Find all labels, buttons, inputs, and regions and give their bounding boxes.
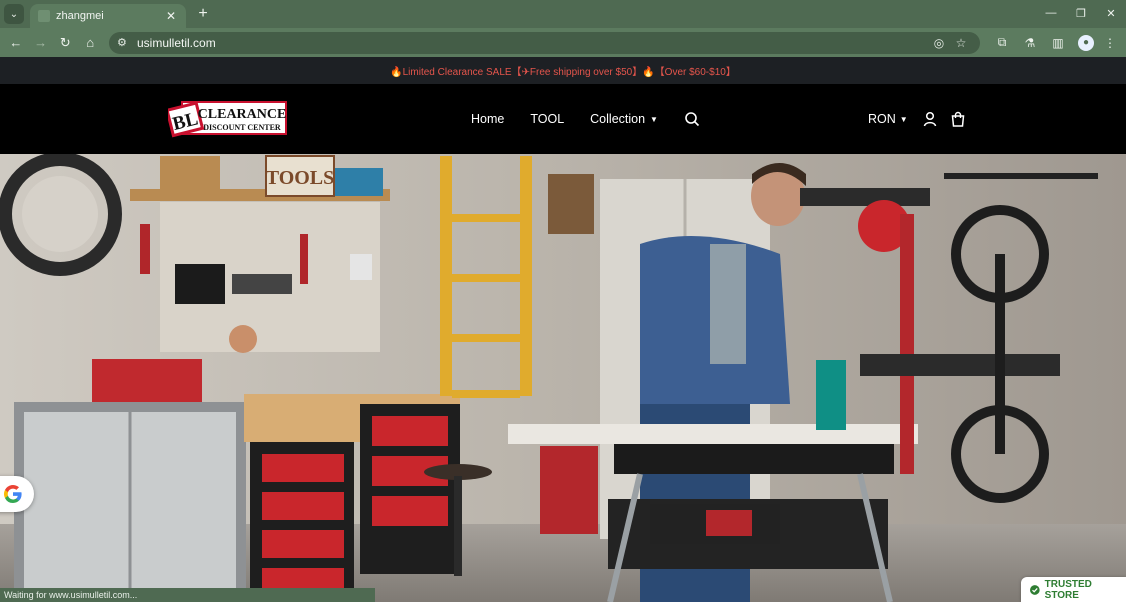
shield-check-icon bbox=[1030, 584, 1040, 595]
labs-flask-icon[interactable]: ⚗ bbox=[1018, 31, 1042, 55]
nav-tool-link[interactable]: TOOL bbox=[530, 112, 564, 126]
tab-close-icon[interactable]: ✕ bbox=[164, 9, 178, 23]
eye-off-icon[interactable]: ◎ bbox=[928, 36, 950, 50]
hero-banner[interactable]: TOOLS bbox=[0, 154, 1126, 602]
announcement-bar[interactable]: 🔥Limited Clearance SALE【✈Free shipping o… bbox=[0, 57, 1126, 84]
side-panel-icon[interactable]: ▥ bbox=[1046, 31, 1070, 55]
google-g-icon bbox=[4, 485, 22, 503]
account-user-icon[interactable] bbox=[922, 111, 938, 127]
caret-down-icon: ▼ bbox=[650, 114, 658, 124]
minimize-icon[interactable]: — bbox=[1036, 4, 1066, 22]
extensions-puzzle-icon[interactable]: ⧉ bbox=[990, 31, 1014, 55]
browser-tab[interactable]: zhangmei ✕ bbox=[30, 4, 186, 28]
reload-icon[interactable]: ↻ bbox=[54, 31, 78, 55]
trusted-store-label: TRUSTED STORE bbox=[1044, 578, 1092, 601]
window-controls: — ❐ ✕ bbox=[1036, 4, 1126, 22]
site-header: BL CLEARANCE DISCOUNT CENTER Home TOOL C… bbox=[0, 84, 1126, 154]
logo-line2: DISCOUNT CENTER bbox=[203, 123, 281, 132]
header-actions: RON ▼ bbox=[868, 111, 978, 127]
kebab-menu-icon[interactable]: ⋮ bbox=[1098, 31, 1122, 55]
store-logo[interactable]: BL CLEARANCE DISCOUNT CENTER bbox=[168, 100, 288, 138]
address-bar[interactable]: ⚙ usimulletil.com ◎ ☆ bbox=[109, 31, 980, 54]
shopping-bag-icon[interactable] bbox=[950, 111, 966, 127]
new-tab-plus-icon[interactable]: + bbox=[192, 3, 214, 25]
tab-title: zhangmei bbox=[56, 10, 104, 22]
browser-status-bar: Waiting for www.usimulletil.com... bbox=[0, 588, 375, 602]
tab-search-chevron-icon[interactable]: ⌄ bbox=[4, 4, 24, 24]
trusted-store-badge[interactable]: TRUSTED STORE bbox=[1021, 577, 1126, 602]
tab-favicon-icon bbox=[38, 10, 50, 22]
browser-toolbar: ← → ↻ ⌂ ⚙ usimulletil.com ◎ ☆ ⧉ ⚗ ▥ ● ⋮ bbox=[0, 28, 1126, 57]
address-url[interactable]: usimulletil.com bbox=[137, 36, 928, 50]
restore-icon[interactable]: ❐ bbox=[1066, 4, 1096, 22]
site-info-icon[interactable]: ⚙ bbox=[117, 36, 131, 49]
logo-line1: CLEARANCE bbox=[198, 107, 287, 122]
nav-home-link[interactable]: Home bbox=[471, 112, 504, 126]
profile-avatar-icon[interactable]: ● bbox=[1078, 34, 1094, 51]
nav-home-label: Home bbox=[471, 112, 505, 126]
window-close-icon[interactable]: ✕ bbox=[1096, 4, 1126, 22]
search-icon[interactable] bbox=[684, 111, 700, 127]
caret-down-icon: ▼ bbox=[899, 114, 908, 124]
back-arrow-icon[interactable]: ← bbox=[4, 31, 28, 55]
home-icon[interactable]: ⌂ bbox=[78, 31, 102, 55]
bookmark-star-icon[interactable]: ☆ bbox=[950, 36, 972, 50]
browser-tab-strip: ⌄ zhangmei ✕ + — ❐ ✕ bbox=[0, 0, 1126, 28]
currency-label: RON bbox=[868, 112, 896, 126]
main-nav: Home TOOL Collection ▼ bbox=[471, 111, 700, 127]
nav-collection-label: Collection bbox=[590, 112, 646, 126]
nav-collection-dropdown[interactable]: Collection ▼ bbox=[590, 112, 658, 126]
nav-tool-label: TOOL bbox=[530, 112, 565, 126]
forward-arrow-icon[interactable]: → bbox=[29, 31, 53, 55]
currency-selector[interactable]: RON ▼ bbox=[868, 112, 908, 126]
pegboard-sign-text: TOOLS bbox=[266, 167, 335, 189]
hero-workshop-image: TOOLS bbox=[0, 154, 1126, 602]
